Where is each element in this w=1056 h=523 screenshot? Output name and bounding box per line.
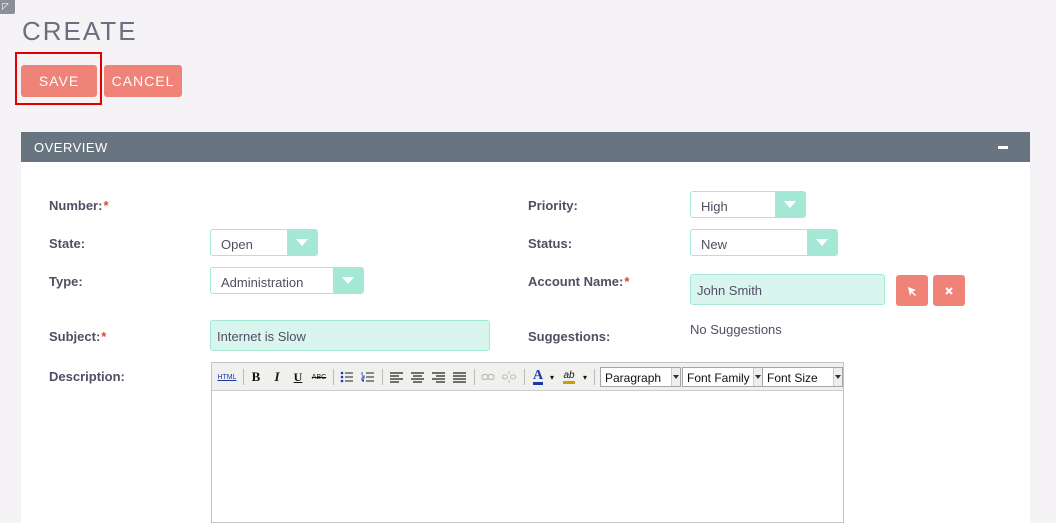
justify-icon [452,371,466,383]
toolbar-divider [333,369,334,385]
toolbar-divider [594,369,595,385]
state-select-value: Open [221,237,253,252]
unlink-button[interactable] [500,368,518,386]
status-select[interactable]: New [690,229,838,256]
align-left-icon [389,371,403,383]
font-family-value: Font Family [687,371,750,385]
align-right-icon [431,371,445,383]
italic-button[interactable]: I [268,368,286,386]
font-color-icon: A [532,368,544,385]
state-label: State: [49,236,86,251]
required-mark: * [101,329,107,344]
align-center-icon [410,371,424,383]
bullet-list-button[interactable] [338,368,356,386]
chevron-down-icon[interactable] [671,368,680,386]
font-size-value: Font Size [767,371,818,385]
type-select[interactable]: Administration [210,267,364,294]
status-select-value: New [701,237,728,252]
html-source-button[interactable]: HTML [216,368,238,386]
strikethrough-button[interactable]: ABC [309,368,329,386]
page-title: CREATE [22,16,138,46]
bold-button[interactable]: B [247,368,265,386]
priority-label: Priority: [528,198,578,213]
cursor-arrow-icon [908,286,916,296]
editor-toolbar: HTML B I U ABC A ▾ ab ▾ Paragraph Font F… [212,363,843,391]
save-button[interactable]: SAVE [21,65,97,97]
subject-input[interactable]: Internet is Slow [210,320,490,351]
priority-select-value: High [701,199,728,214]
corner-tab[interactable]: ◸ [0,0,15,14]
chevron-down-icon[interactable] [833,368,842,386]
suggestions-label: Suggestions: [528,329,611,344]
toolbar-divider [382,369,383,385]
description-label: Description: [49,369,125,384]
link-icon [481,373,495,381]
highlight-icon: ab [563,370,575,384]
subject-label-text: Subject: [49,329,101,344]
underline-button[interactable]: U [289,368,307,386]
overview-panel-header[interactable]: OVERVIEW [21,132,1030,162]
state-select[interactable]: Open [210,229,318,256]
corner-tab-icon: ◸ [2,1,9,11]
align-center-button[interactable] [408,368,426,386]
subject-label: Subject:* [49,329,106,344]
description-editor[interactable]: HTML B I U ABC A ▾ ab ▾ Paragraph Font F… [211,362,844,523]
unlink-icon [502,371,516,383]
font-size-select[interactable]: Font Size [762,367,843,387]
toolbar-divider [243,369,244,385]
number-label: Number:* [49,198,109,213]
editor-content-area[interactable] [212,391,843,522]
chevron-down-icon[interactable] [775,192,805,217]
numbered-list-icon [361,372,374,382]
paragraph-format-select[interactable]: Paragraph [600,367,681,387]
clear-account-button[interactable] [933,275,965,306]
justify-button[interactable] [450,368,468,386]
status-label: Status: [528,236,573,251]
cancel-button[interactable]: CANCEL [104,65,182,97]
chevron-down-icon[interactable] [287,230,317,255]
highlight-color-button[interactable]: ab [559,368,579,386]
close-icon [945,286,953,295]
font-color-button[interactable]: A [529,368,547,386]
numbered-list-button[interactable] [359,368,377,386]
type-select-value: Administration [221,275,304,290]
toolbar-divider [524,369,525,385]
account-name-label: Account Name:* [528,274,629,289]
align-left-button[interactable] [387,368,405,386]
insert-link-button[interactable] [479,368,497,386]
account-name-input[interactable]: John Smith [690,274,885,305]
chevron-down-icon[interactable] [333,268,363,293]
suggestions-value: No Suggestions [690,322,782,337]
font-family-select[interactable]: Font Family [682,367,763,387]
chevron-down-icon[interactable]: ▾ [548,368,556,386]
chevron-down-icon[interactable] [753,368,762,386]
panel-title: OVERVIEW [34,139,108,155]
toolbar-divider [474,369,475,385]
type-label: Type: [49,274,83,289]
chevron-down-icon[interactable]: ▾ [581,368,589,386]
number-label-text: Number: [49,198,103,213]
paragraph-format-value: Paragraph [605,371,662,385]
required-mark: * [103,198,109,213]
select-account-button[interactable] [896,275,928,306]
required-mark: * [624,274,630,289]
account-name-label-text: Account Name: [528,274,624,289]
bullet-list-icon [340,371,353,383]
chevron-down-icon[interactable] [807,230,837,255]
align-right-button[interactable] [429,368,447,386]
minus-icon[interactable] [998,146,1008,149]
priority-select[interactable]: High [690,191,806,218]
